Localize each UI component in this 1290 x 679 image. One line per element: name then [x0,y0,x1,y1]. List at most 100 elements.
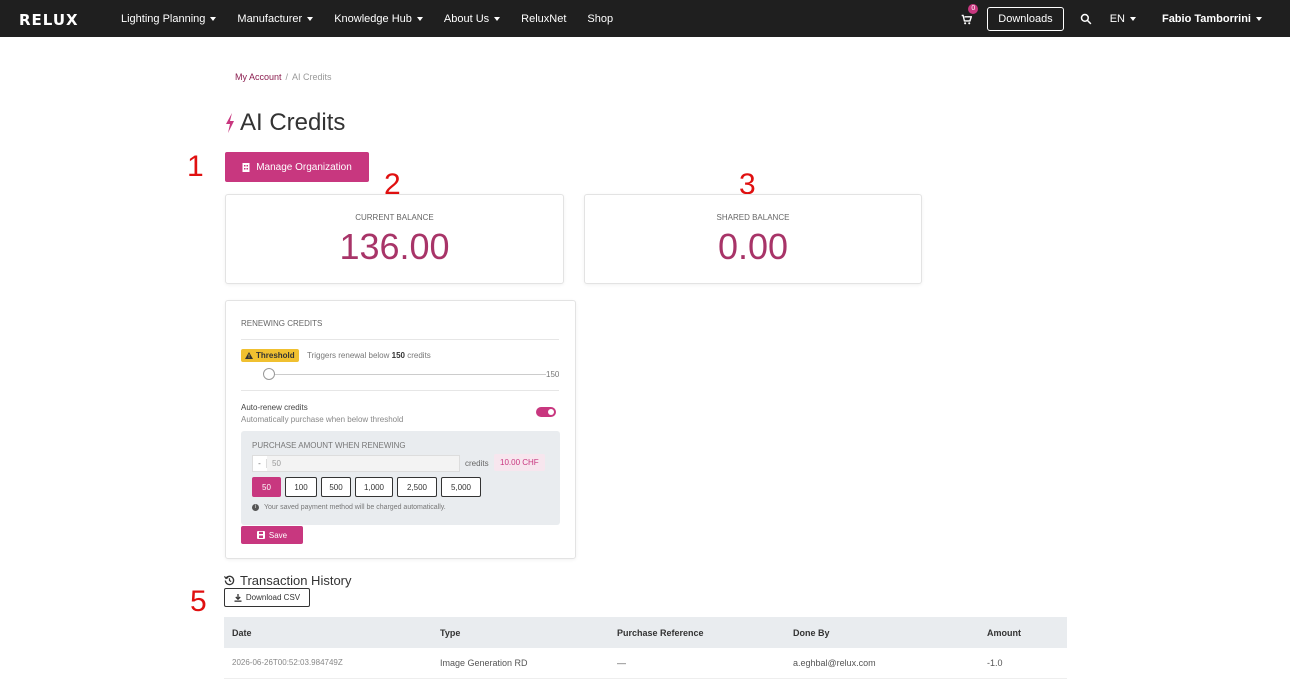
transaction-history-label: Transaction History [240,573,352,588]
chevron-down-icon [307,16,314,21]
current-balance-value: 136.00 [339,226,450,267]
price-label: 10.00 CHF [494,454,545,471]
purchase-amount-input[interactable] [267,456,459,471]
transaction-history-title: Transaction History [224,573,352,588]
threshold-description: Triggers renewal below 150 credits [307,351,431,360]
shared-balance-label: SHARED BALANCE [716,213,790,222]
preset-500-button[interactable]: 500 [321,477,351,497]
preset-2500-button[interactable]: 2,500 [397,477,437,497]
divider [241,390,559,391]
threshold-badge-label: Threshold [256,351,295,360]
renewing-credits-title: RENEWING CREDITS [241,319,323,328]
transaction-table: Date Type Purchase Reference Done By Amo… [224,617,1067,679]
column-amount[interactable]: Amount [979,617,1067,648]
language-label: EN [1109,12,1125,25]
cell-reference: — [617,657,626,668]
threshold-prefix: Triggers renewal below [307,351,390,360]
cart-count-badge: 0 [968,3,979,14]
manage-organization-button[interactable]: Manage Organization [225,152,369,182]
annotation-5: 5 [190,585,207,618]
nav-lighting-planning[interactable]: Lighting Planning [121,12,217,25]
credits-unit-label: credits [465,459,489,468]
preset-1000-button[interactable]: 1,000 [355,477,393,497]
relux-logo[interactable]: RELUX [19,11,79,29]
main-nav: Lighting Planning Manufacturer Knowledge… [121,0,634,37]
bolt-icon [226,113,234,133]
search-icon[interactable] [1080,13,1092,25]
cell-type: Image Generation RD [440,657,528,668]
column-type[interactable]: Type [432,617,609,648]
cart-button[interactable]: 0 [961,3,979,26]
chevron-down-icon [494,16,501,21]
nav-label: ReluxNet [521,12,567,25]
user-menu[interactable]: Fabio Tamborrini [1162,13,1262,25]
chevron-down-icon [210,16,217,21]
column-done-by[interactable]: Done By [785,617,979,648]
preset-50-button[interactable]: 50 [252,477,281,497]
download-icon [234,593,242,602]
cell-done-by: a.eghbal@relux.com [793,657,876,668]
breadcrumb-separator: / [285,72,289,82]
threshold-slider-track[interactable] [268,374,546,375]
nav-label: Lighting Planning [121,12,206,25]
cart-icon [961,14,973,24]
manage-organization-label: Manage Organization [256,161,352,173]
payment-note-text: Your saved payment method will be charge… [264,504,446,511]
table-header-row: Date Type Purchase Reference Done By Amo… [224,617,1067,648]
threshold-suffix: credits [407,351,431,360]
threshold-slider-thumb[interactable] [263,368,275,380]
downloads-button[interactable]: Downloads [987,6,1064,31]
preset-amounts: 50 100 500 1,000 2,500 5,000 [252,477,481,497]
amount-field-wrap: - [252,455,460,472]
column-purchase-reference[interactable]: Purchase Reference [609,617,785,648]
nav-label: Manufacturer [237,12,303,25]
shared-balance-card: SHARED BALANCE 0.00 [584,194,922,284]
nav-knowledge-hub[interactable]: Knowledge Hub [334,13,423,25]
nav-label: Shop [587,12,614,25]
breadcrumb-my-account[interactable]: My Account [235,72,282,82]
annotation-1: 1 [187,150,204,183]
info-icon: i [252,504,259,511]
language-selector[interactable]: EN [1110,13,1136,25]
purchase-amount-box: PURCHASE AMOUNT WHEN RENEWING - credits … [241,431,560,525]
floppy-disk-icon [256,531,265,539]
history-icon [224,575,235,586]
purchase-amount-title: PURCHASE AMOUNT WHEN RENEWING [252,441,406,450]
nav-manufacturer[interactable]: Manufacturer [237,12,314,25]
shared-balance-value: 0.00 [717,226,789,267]
nav-about-us[interactable]: About Us [443,12,501,25]
threshold-badge: Threshold [241,349,299,362]
nav-reluxnet[interactable]: ReluxNet [521,13,566,25]
preset-5000-button[interactable]: 5,000 [441,477,481,497]
save-button[interactable]: Save [241,526,303,544]
decrement-button[interactable]: - [253,459,267,468]
chevron-down-icon [1129,16,1136,21]
page-title: AI Credits [224,109,345,137]
page-title-text: AI Credits [240,109,346,136]
download-csv-button[interactable]: Download CSV [224,588,310,607]
nav-label: Knowledge Hub [334,12,412,25]
chevron-down-icon [1256,16,1262,21]
current-balance-card: CURRENT BALANCE 136.00 [225,194,564,284]
threshold-value: 150 [391,351,405,360]
breadcrumb: My Account / AI Credits [235,72,332,82]
auto-renew-title: Auto-renew credits [241,403,308,412]
building-icon [242,162,250,172]
user-name: Fabio Tamborrini [1161,12,1251,25]
cell-date: 2026-06-26T00:52:03.984749Z [232,658,343,668]
column-date[interactable]: Date [224,617,432,648]
nav-shop[interactable]: Shop [587,13,613,25]
download-csv-label: Download CSV [245,593,301,602]
renewing-credits-card: RENEWING CREDITS Threshold Triggers rene… [225,300,576,559]
threshold-slider-max: 150 [546,370,560,379]
top-navbar: RELUX Lighting Planning Manufacturer Kno… [0,0,1290,37]
cell-amount: -1.0 [987,657,1003,668]
divider [241,339,559,340]
auto-renew-toggle[interactable] [536,407,556,417]
chevron-down-icon [416,16,423,21]
preset-100-button[interactable]: 100 [285,477,317,497]
auto-renew-subtitle: Automatically purchase when below thresh… [241,415,404,424]
payment-note: i Your saved payment method will be char… [252,504,446,511]
nav-label: About Us [443,12,490,25]
breadcrumb-current: AI Credits [292,72,332,82]
